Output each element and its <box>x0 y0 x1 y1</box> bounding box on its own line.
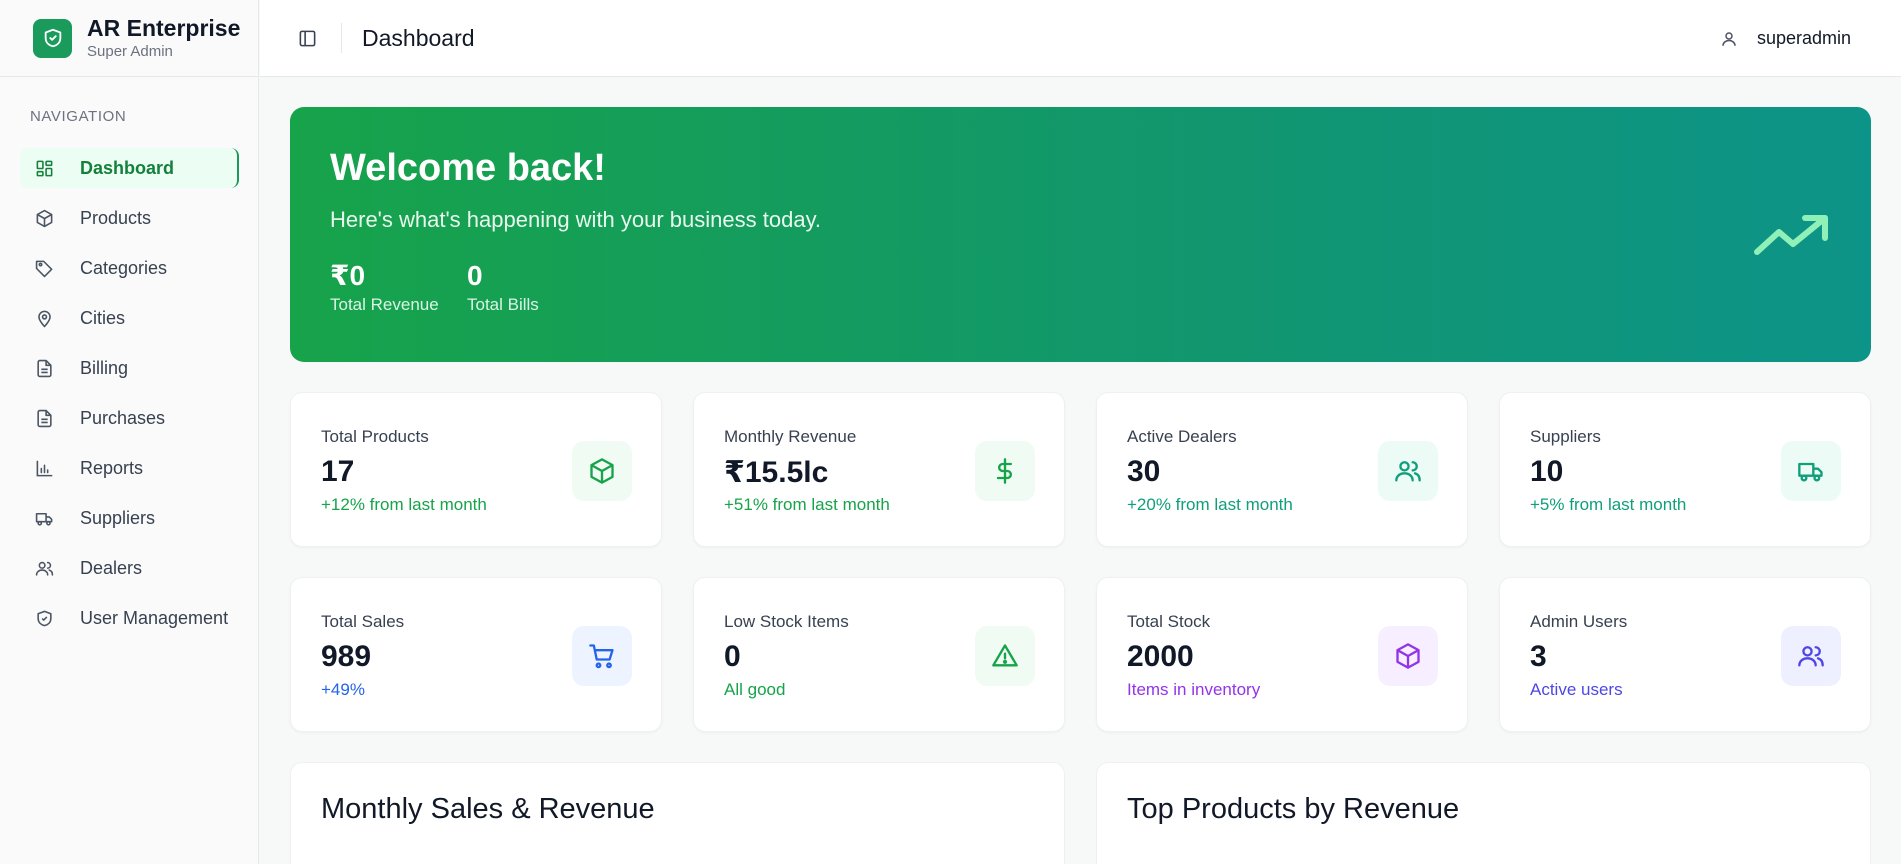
users-icon <box>1378 441 1438 501</box>
sidebar-item-label: Dashboard <box>80 157 175 178</box>
card-value: 989 <box>321 640 372 673</box>
file-text-icon <box>34 408 54 428</box>
card-title: Admin Users <box>1530 612 1628 631</box>
welcome-subtitle: Here's what's happening with your busine… <box>330 207 822 232</box>
stat-card-monthly-revenue: Monthly Revenue ₹15.5lc +51% from last m… <box>693 392 1065 547</box>
users-icon <box>1781 626 1841 686</box>
sidebar-item-label: Dealers <box>80 557 143 578</box>
sidebar-item-products[interactable]: Products <box>20 198 239 238</box>
card-title: Active Dealers <box>1127 427 1237 446</box>
card-subtext: +51% from last month <box>724 495 890 514</box>
nav-heading: NAVIGATION <box>30 108 127 125</box>
alert-triangle-icon <box>975 626 1035 686</box>
card-subtext: Active users <box>1530 680 1623 699</box>
box-icon <box>34 208 54 228</box>
sidebar-item-dashboard[interactable]: Dashboard <box>20 148 239 188</box>
card-title: Suppliers <box>1530 427 1601 446</box>
trending-up-icon <box>1754 215 1828 255</box>
brand-name: AR Enterprise <box>87 15 241 41</box>
card-value: 0 <box>724 640 741 673</box>
card-subtext: +20% from last month <box>1127 495 1293 514</box>
users-icon <box>34 558 54 578</box>
card-title: Total Stock <box>1127 612 1211 631</box>
sidebar-item-categories[interactable]: Categories <box>20 248 239 288</box>
stat-card-total-products: Total Products 17 +12% from last month <box>290 392 662 547</box>
stat-card-active-dealers: Active Dealers 30 +20% from last month <box>1096 392 1468 547</box>
top-header: Dashboard superadmin <box>260 0 1901 77</box>
box-icon <box>1378 626 1438 686</box>
sidebar-item-label: Suppliers <box>80 507 156 528</box>
welcome-banner: Welcome back! Here's what's happening wi… <box>290 107 1871 362</box>
hero-stat-value: ₹0 <box>330 260 366 291</box>
panel-title: Top Products by Revenue <box>1127 793 1460 825</box>
hero-stat-label: Total Bills <box>467 295 539 314</box>
card-value: 3 <box>1530 640 1547 673</box>
card-subtext: Items in inventory <box>1127 680 1261 699</box>
card-subtext: +49% <box>321 680 365 699</box>
card-subtext: +12% from last month <box>321 495 487 514</box>
truck-icon <box>1781 441 1841 501</box>
dashboard-grid-icon <box>34 158 54 178</box>
sidebar-item-label: Billing <box>80 357 129 378</box>
hero-stat-bills: 0 Total Bills <box>467 259 539 315</box>
sidebar-item-label: Cities <box>80 307 126 328</box>
nav-list: Dashboard Products Categories Cities Bil… <box>20 148 239 648</box>
bar-chart-icon <box>34 458 54 478</box>
header-divider <box>341 23 342 53</box>
truck-icon <box>34 508 54 528</box>
stat-card-total-stock: Total Stock 2000 Items in inventory <box>1096 577 1468 732</box>
card-value: 17 <box>321 455 355 488</box>
sidebar-item-reports[interactable]: Reports <box>20 448 239 488</box>
sidebar-item-purchases[interactable]: Purchases <box>20 398 239 438</box>
card-title: Total Products <box>321 427 429 446</box>
stat-card-admin-users: Admin Users 3 Active users <box>1499 577 1871 732</box>
sidebar-item-label: Categories <box>80 257 168 278</box>
card-subtext: +5% from last month <box>1530 495 1687 514</box>
hero-stat-label: Total Revenue <box>330 295 439 314</box>
username: superadmin <box>1756 28 1851 48</box>
sidebar: AR Enterprise Super Admin NAVIGATION Das… <box>0 0 259 864</box>
stat-card-total-sales: Total Sales 989 +49% <box>290 577 662 732</box>
sidebar-item-user-management[interactable]: User Management <box>20 598 239 638</box>
brand[interactable]: AR Enterprise Super Admin <box>0 0 258 77</box>
hero-stat-revenue: ₹0 Total Revenue <box>330 259 439 315</box>
card-subtext: All good <box>724 680 786 699</box>
user-icon <box>1719 29 1739 49</box>
dollar-icon <box>975 441 1035 501</box>
page-title: Dashboard <box>362 24 475 51</box>
shield-check-icon <box>34 608 54 628</box>
file-text-icon <box>34 358 54 378</box>
sidebar-item-billing[interactable]: Billing <box>20 348 239 388</box>
sidebar-item-cities[interactable]: Cities <box>20 298 239 338</box>
brand-role: Super Admin <box>87 43 173 60</box>
sidebar-item-label: Purchases <box>80 407 166 428</box>
shield-check-icon <box>33 18 72 58</box>
card-title: Monthly Revenue <box>724 427 857 446</box>
sidebar-toggle-icon[interactable] <box>296 27 318 49</box>
tag-icon <box>34 258 54 278</box>
card-value: 10 <box>1530 455 1564 488</box>
box-icon <box>572 441 632 501</box>
sidebar-item-dealers[interactable]: Dealers <box>20 548 239 588</box>
sidebar-item-label: Products <box>80 207 152 228</box>
sidebar-item-label: User Management <box>80 607 229 628</box>
card-title: Low Stock Items <box>724 612 849 631</box>
welcome-title: Welcome back! <box>330 147 606 189</box>
card-title: Total Sales <box>321 612 405 631</box>
card-value: 2000 <box>1127 640 1194 673</box>
monthly-sales-panel: Monthly Sales & Revenue <box>290 762 1065 864</box>
cart-icon <box>572 626 632 686</box>
sidebar-item-suppliers[interactable]: Suppliers <box>20 498 239 538</box>
sidebar-item-label: Reports <box>80 457 144 478</box>
top-products-panel: Top Products by Revenue <box>1096 762 1871 864</box>
map-pin-icon <box>34 308 54 328</box>
stat-card-suppliers: Suppliers 10 +5% from last month <box>1499 392 1871 547</box>
stat-card-low-stock: Low Stock Items 0 All good <box>693 577 1065 732</box>
panel-title: Monthly Sales & Revenue <box>321 793 655 825</box>
card-value: ₹15.5lc <box>724 456 829 489</box>
user-menu[interactable]: superadmin <box>1719 0 1851 77</box>
hero-stat-value: 0 <box>467 260 483 291</box>
card-value: 30 <box>1127 455 1161 488</box>
